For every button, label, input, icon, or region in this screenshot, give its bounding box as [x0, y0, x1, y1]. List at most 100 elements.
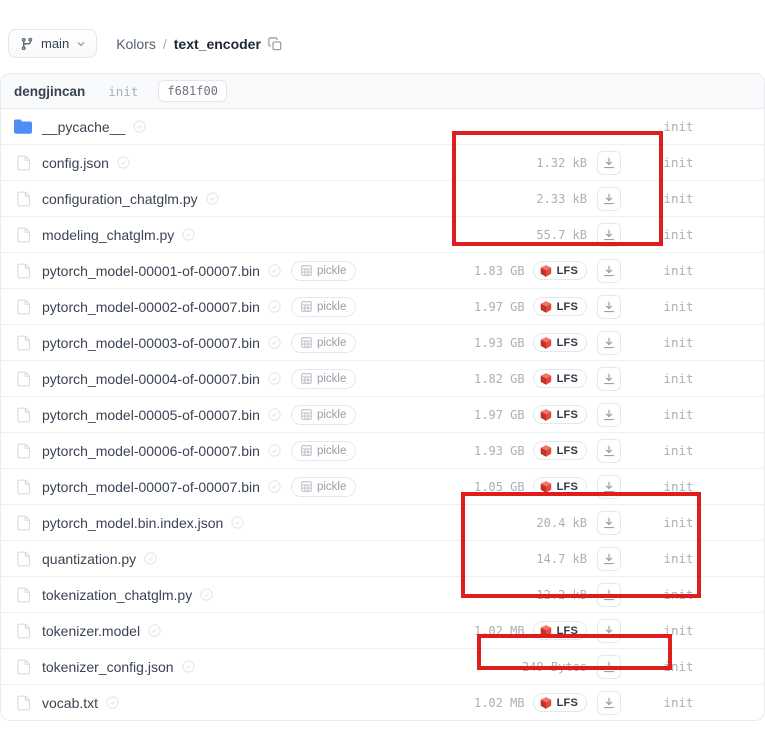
commit-bar: dengjincan init f681f00: [1, 74, 764, 109]
file-icon: [14, 227, 32, 243]
branch-selector[interactable]: main: [8, 29, 97, 58]
pickle-grid-icon: [301, 337, 312, 348]
file-name-link[interactable]: modeling_chatglm.py: [42, 227, 174, 243]
download-button[interactable]: [597, 151, 621, 175]
download-button[interactable]: [597, 475, 621, 499]
file-name-link[interactable]: quantization.py: [42, 551, 136, 567]
download-button[interactable]: [597, 439, 621, 463]
file-name-link[interactable]: config.json: [42, 155, 109, 171]
pickle-badge[interactable]: pickle: [291, 297, 356, 317]
commit-author-link[interactable]: dengjincan: [14, 84, 85, 99]
file-info-icon: [182, 228, 195, 241]
pickle-grid-icon: [301, 265, 312, 276]
download-button[interactable]: [597, 223, 621, 247]
row-commit-message-link[interactable]: init: [626, 623, 731, 638]
file-row[interactable]: __pycache__ init: [1, 109, 764, 144]
file-name-link[interactable]: pytorch_model-00002-of-00007.bin: [42, 299, 260, 315]
file-name-link[interactable]: pytorch_model-00006-of-00007.bin: [42, 443, 260, 459]
file-name-link[interactable]: tokenizer.model: [42, 623, 140, 639]
pickle-badge[interactable]: pickle: [291, 261, 356, 281]
download-button[interactable]: [597, 367, 621, 391]
download-button[interactable]: [597, 403, 621, 427]
file-name-link[interactable]: tokenizer_config.json: [42, 659, 174, 675]
file-size: 1.02 MB: [474, 696, 525, 710]
file-row[interactable]: pytorch_model-00002-of-00007.bin pickle …: [1, 288, 764, 324]
file-row[interactable]: pytorch_model-00007-of-00007.bin pickle …: [1, 468, 764, 504]
breadcrumb: Kolors / text_encoder: [116, 36, 282, 52]
row-commit-message-link[interactable]: init: [626, 299, 731, 314]
download-button[interactable]: [597, 655, 621, 679]
file-row[interactable]: pytorch_model.bin.index.json 20.4 kB ini…: [1, 504, 764, 540]
file-row[interactable]: quantization.py 14.7 kB init: [1, 540, 764, 576]
file-row-left: configuration_chatglm.py: [14, 191, 407, 207]
pickle-badge[interactable]: pickle: [291, 441, 356, 461]
pickle-badge[interactable]: pickle: [291, 333, 356, 353]
file-row[interactable]: tokenization_chatglm.py 12.2 kB init: [1, 576, 764, 612]
download-button[interactable]: [597, 619, 621, 643]
file-name-link[interactable]: pytorch_model-00001-of-00007.bin: [42, 263, 260, 279]
pickle-badge[interactable]: pickle: [291, 369, 356, 389]
file-row[interactable]: pytorch_model-00006-of-00007.bin pickle …: [1, 432, 764, 468]
file-table: dengjincan init f681f00 __pycache__ init: [0, 73, 765, 721]
commit-message-link[interactable]: init: [108, 84, 138, 99]
download-button[interactable]: [597, 511, 621, 535]
lfs-cube-icon: [540, 409, 552, 421]
commit-hash-badge[interactable]: f681f00: [158, 80, 227, 102]
file-name-link[interactable]: pytorch_model-00004-of-00007.bin: [42, 371, 260, 387]
file-row[interactable]: modeling_chatglm.py 55.7 kB init: [1, 216, 764, 252]
row-commit-message-link[interactable]: init: [626, 479, 731, 494]
file-row[interactable]: vocab.txt 1.02 MB LFS init: [1, 684, 764, 720]
file-row[interactable]: tokenizer.model 1.02 MB LFS init: [1, 612, 764, 648]
download-button[interactable]: [597, 691, 621, 715]
row-commit-message-link[interactable]: init: [626, 515, 731, 530]
lfs-cube-icon: [540, 697, 552, 709]
chevron-down-icon: [76, 39, 86, 49]
row-commit-message-link[interactable]: init: [626, 227, 731, 242]
file-row[interactable]: configuration_chatglm.py 2.33 kB init: [1, 180, 764, 216]
file-row[interactable]: config.json 1.32 kB init: [1, 144, 764, 180]
file-row[interactable]: pytorch_model-00004-of-00007.bin pickle …: [1, 360, 764, 396]
file-row[interactable]: pytorch_model-00003-of-00007.bin pickle …: [1, 324, 764, 360]
lfs-cube-icon: [540, 301, 552, 313]
pickle-badge[interactable]: pickle: [291, 405, 356, 425]
file-info-icon: [117, 156, 130, 169]
row-commit-message-link[interactable]: init: [626, 587, 731, 602]
file-name-link[interactable]: pytorch_model-00005-of-00007.bin: [42, 407, 260, 423]
file-name-link[interactable]: pytorch_model-00007-of-00007.bin: [42, 479, 260, 495]
download-button[interactable]: [597, 295, 621, 319]
pickle-badge[interactable]: pickle: [291, 477, 356, 497]
row-commit-message-link[interactable]: init: [626, 119, 731, 134]
file-name-link[interactable]: pytorch_model.bin.index.json: [42, 515, 223, 531]
row-commit-message-link[interactable]: init: [626, 335, 731, 350]
row-commit-message-link[interactable]: init: [626, 407, 731, 422]
download-button[interactable]: [597, 259, 621, 283]
row-commit-message-link[interactable]: init: [626, 155, 731, 170]
download-button[interactable]: [597, 331, 621, 355]
file-info-icon: [106, 696, 119, 709]
file-name-link[interactable]: configuration_chatglm.py: [42, 191, 198, 207]
file-name-link[interactable]: tokenization_chatglm.py: [42, 587, 192, 603]
row-commit-message-link[interactable]: init: [626, 695, 731, 710]
row-commit-message-link[interactable]: init: [626, 371, 731, 386]
download-button[interactable]: [597, 187, 621, 211]
copy-path-icon[interactable]: [268, 37, 282, 51]
download-button[interactable]: [597, 547, 621, 571]
file-row[interactable]: pytorch_model-00005-of-00007.bin pickle …: [1, 396, 764, 432]
breadcrumb-repo-link[interactable]: Kolors: [116, 36, 156, 52]
file-name-link[interactable]: __pycache__: [42, 119, 125, 135]
file-row[interactable]: pytorch_model-00001-of-00007.bin pickle …: [1, 252, 764, 288]
file-name-link[interactable]: vocab.txt: [42, 695, 98, 711]
file-row[interactable]: tokenizer_config.json 249 Bytes init: [1, 648, 764, 684]
download-button[interactable]: [597, 583, 621, 607]
row-commit-message-link[interactable]: init: [626, 443, 731, 458]
pickle-badge-label: pickle: [317, 265, 346, 277]
file-name-link[interactable]: pytorch_model-00003-of-00007.bin: [42, 335, 260, 351]
row-commit-message-link[interactable]: init: [626, 551, 731, 566]
row-commit-message-link[interactable]: init: [626, 659, 731, 674]
file-icon: [14, 335, 32, 351]
row-commit-message-link[interactable]: init: [626, 263, 731, 278]
pickle-badge-label: pickle: [317, 445, 346, 457]
pickle-badge-label: pickle: [317, 373, 346, 385]
row-commit-message-link[interactable]: init: [626, 191, 731, 206]
toolbar: main Kolors / text_encoder: [8, 29, 757, 58]
